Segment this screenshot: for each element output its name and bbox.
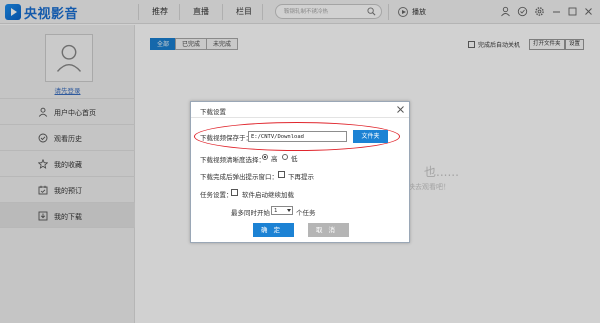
no-prompt-checkbox[interactable] <box>278 171 285 178</box>
chevron-down-icon <box>287 209 291 212</box>
save-path-label: 下载视频保存于： <box>200 134 252 142</box>
cancel-button[interactable]: 取消 <box>308 223 349 237</box>
concurrent-tasks-value: 1 <box>274 208 278 214</box>
quality-low-radio[interactable] <box>282 154 288 160</box>
auto-resume-checkbox[interactable] <box>231 189 238 196</box>
concurrent-prefix: 最多同时开始 <box>231 209 270 217</box>
folder-button[interactable]: 文件夹 <box>353 130 388 143</box>
download-settings-dialog: 下载设置 下载视频保存于： 文件夹 下载视频清晰度选择： 高 低 下载完成后弹出… <box>190 101 410 243</box>
dialog-title: 下载设置 <box>200 108 226 116</box>
quality-high-radio[interactable] <box>262 154 268 160</box>
close-icon[interactable] <box>396 105 405 114</box>
no-prompt-label: 下再提示 <box>288 173 314 181</box>
quality-low-label: 低 <box>291 155 298 163</box>
quality-label: 下载视频清晰度选择： <box>200 156 265 164</box>
popup-label: 下载完成后弹出提示窗口： <box>200 173 278 181</box>
save-path-input[interactable] <box>248 131 347 142</box>
auto-resume-label: 软件启动继续加载 <box>242 191 294 199</box>
ok-button[interactable]: 确定 <box>253 223 294 237</box>
task-settings-label: 任务设置： <box>200 191 233 199</box>
quality-high-label: 高 <box>271 155 278 163</box>
concurrent-tasks-select[interactable]: 1 <box>271 206 293 215</box>
dialog-title-bar: 下载设置 <box>191 102 409 118</box>
concurrent-suffix: 个任务 <box>296 209 316 217</box>
